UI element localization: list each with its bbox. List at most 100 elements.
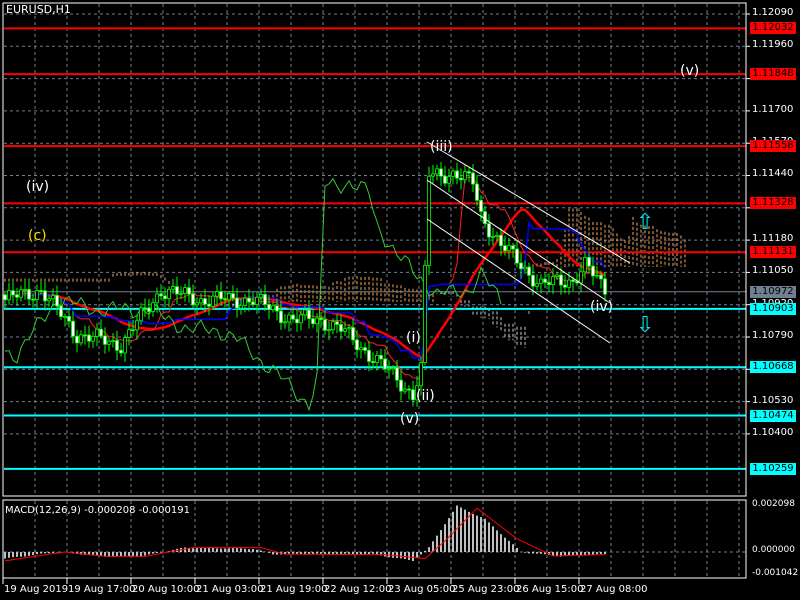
current-price-label: 1.10972 [750, 285, 796, 298]
candle-bull [123, 337, 127, 354]
candle-bull [283, 321, 287, 324]
candle-bear [83, 334, 87, 337]
candle-bear [603, 278, 607, 295]
candle-bear [411, 389, 415, 401]
candle-bear [203, 298, 207, 305]
price-tick-label: 1.11700 [752, 103, 794, 115]
candle-bear [55, 295, 59, 307]
time-tick-label: 21 Aug 03:00 [196, 584, 264, 595]
resistance-level-label: 1.11131 [750, 246, 796, 259]
candle-bear [15, 294, 19, 298]
time-tick-label: 20 Aug 10:00 [132, 584, 200, 595]
candle-bear [367, 349, 371, 362]
candle-bull [287, 314, 291, 323]
candle-bull [259, 294, 263, 298]
price-tick-label: 1.10530 [752, 394, 794, 406]
wave-label-iii: (iii) [430, 139, 453, 155]
candle-bear [319, 317, 323, 320]
macd-label: MACD(12,26,9) -0.000208 -0.000191 [5, 505, 190, 516]
candle-bull [303, 309, 307, 316]
candle-bear [571, 279, 575, 282]
time-tick-label: 25 Aug 23:00 [452, 584, 520, 595]
time-tick-label: 22 Aug 12:00 [324, 584, 392, 595]
candle-bull [243, 297, 247, 306]
candle-bear [103, 335, 107, 345]
wave-label-iv-current: (iv) [590, 299, 614, 315]
candle-bull [127, 329, 131, 339]
candle-bull [419, 362, 423, 387]
candle-bull [507, 245, 511, 252]
candle-bear [543, 278, 547, 283]
candle-bear [251, 301, 255, 306]
candle-bull [423, 264, 427, 364]
candle-bull [539, 278, 543, 285]
candle-bear [519, 262, 523, 270]
candle-bear [563, 284, 567, 288]
candle-bear [599, 274, 603, 280]
candle-bear [119, 349, 123, 354]
candle-bull [135, 320, 139, 331]
price-tick-label: 1.10790 [752, 329, 794, 341]
candle-bear [395, 367, 399, 381]
candle-bear [191, 293, 195, 306]
candle-bear [483, 211, 487, 225]
time-tick-label: 21 Aug 19:00 [260, 584, 328, 595]
candle-bull [387, 368, 391, 371]
candle-bear [339, 324, 343, 332]
candle-bull [7, 290, 11, 301]
candle-bear [503, 245, 507, 252]
candle-bear [307, 309, 311, 320]
candle-bear [87, 334, 91, 342]
candle-bull [435, 168, 439, 175]
candle-bull [315, 317, 319, 325]
candle-bull [523, 266, 527, 270]
support-level-label: 1.10259 [750, 462, 796, 475]
candle-bear [371, 361, 375, 364]
wave-label-ii: (ii) [416, 388, 435, 404]
candle-bear [559, 274, 563, 286]
time-tick-label: 19 Aug 17:00 [68, 584, 136, 595]
candle-bear [475, 183, 479, 201]
candle-bull [579, 271, 583, 284]
main-pane-frame [2, 2, 747, 497]
candle-bear [459, 177, 463, 181]
candle-bear [311, 318, 315, 325]
time-tick-label: 27 Aug 08:00 [580, 584, 648, 595]
candle-bear [279, 310, 283, 323]
candle-bear [531, 274, 535, 287]
candle-bear [207, 303, 211, 307]
macd-tick-label: 0.000000 [752, 545, 795, 555]
resistance-level-label: 1.12032 [750, 22, 796, 35]
candle-bear [291, 314, 295, 320]
wave-label-v-target: (v) [680, 63, 700, 79]
candle-bear [383, 358, 387, 370]
macd-tick-label: 0.002098 [752, 499, 795, 509]
candle-bear [355, 339, 359, 351]
support-level-label: 1.10668 [750, 361, 796, 374]
candle-bull [211, 295, 215, 307]
resistance-level-label: 1.11328 [750, 197, 796, 210]
candle-bull [327, 329, 331, 332]
candle-bull [239, 304, 243, 309]
candle-bull [151, 302, 155, 312]
candle-bear [443, 175, 447, 184]
candle-bear [467, 171, 471, 174]
price-tick-label: 1.11180 [752, 233, 794, 245]
wave-label-i: (i) [406, 330, 421, 346]
candle-bear [439, 168, 443, 177]
time-tick-label: 23 Aug 05:00 [388, 584, 456, 595]
candle-bull [359, 347, 363, 351]
candle-bear [323, 319, 327, 331]
candle-bull [555, 274, 559, 277]
candle-bull [23, 289, 27, 291]
candle-bull [403, 388, 407, 392]
candle-bull [391, 367, 395, 370]
candle-bear [587, 257, 591, 267]
candle-bear [231, 293, 235, 299]
price-tick-label: 1.12090 [752, 7, 794, 18]
wave-label-iv: (iv) [26, 179, 50, 195]
resistance-level-label: 1.11558 [750, 140, 796, 153]
candle-bull [195, 302, 199, 306]
candle-bear [99, 328, 103, 337]
candle-bull [535, 283, 539, 287]
